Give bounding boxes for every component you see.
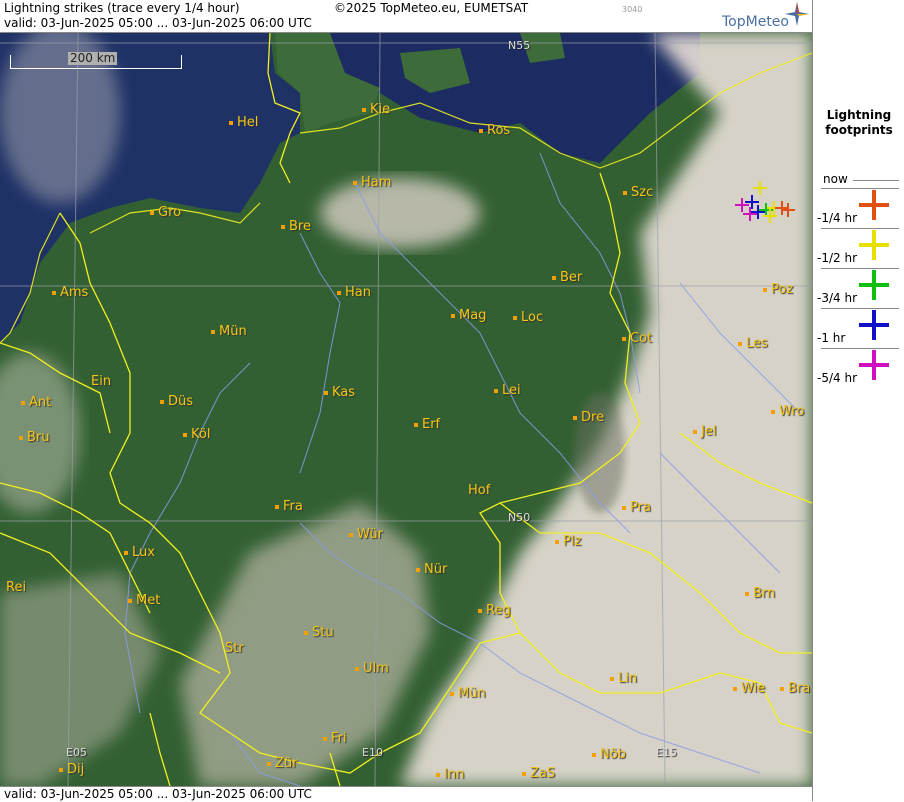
- city-label: Dre: [573, 411, 604, 424]
- city-label: Stu: [304, 626, 334, 639]
- grid-label: E05: [66, 746, 87, 759]
- city-label: Gro: [150, 206, 181, 219]
- map-title: Lightning strikes (trace every 1/4 hour): [4, 1, 240, 15]
- legend-panel: Lightning footprints now -1/4 hr -1/2 hr…: [812, 0, 904, 801]
- city-label: Fra: [275, 500, 303, 513]
- city-label: Erf: [414, 418, 440, 431]
- city-label: Mün: [450, 687, 486, 700]
- city-label: Ros: [479, 124, 510, 137]
- lightning-strike-cluster: [735, 181, 795, 223]
- city-label: Nöb: [592, 748, 626, 761]
- city-label: Pra: [622, 501, 651, 514]
- map-background: [0, 33, 812, 786]
- city-label: Lin: [610, 672, 637, 685]
- city-label: Wie: [733, 682, 765, 695]
- footer-bar: valid: 03-Jun-2025 05:00 ... 03-Jun-2025…: [0, 786, 812, 802]
- city-label: Rei: [6, 580, 27, 595]
- city-label: Met: [128, 594, 160, 607]
- city-label: Dij: [59, 763, 84, 776]
- city-label: Wür: [349, 528, 383, 541]
- compass-star-icon: [785, 2, 809, 26]
- city-label: Ham: [353, 176, 391, 189]
- city-label: Bre: [281, 220, 311, 233]
- city-label: Loc: [513, 311, 543, 324]
- legend-row-75min: -5/4 hr: [813, 348, 904, 396]
- city-label: Ams: [52, 286, 88, 299]
- valid-time-bottom: valid: 03-Jun-2025 05:00 ... 03-Jun-2025…: [4, 787, 312, 801]
- city-label: Reg: [478, 604, 511, 617]
- city-label: Köl: [183, 428, 210, 441]
- city-label: Fri: [323, 732, 347, 745]
- city-label: Cot: [622, 332, 652, 345]
- cross-yellow-icon: [859, 230, 889, 260]
- city-label: Kie: [362, 103, 390, 116]
- city-label: Mün: [211, 325, 247, 338]
- city-label: Lei: [494, 384, 521, 397]
- city-label: Szc: [623, 186, 653, 199]
- satellite-map[interactable]: 200 km N55 N50 E05 E10 E15 Hel Kie Ros H…: [0, 33, 812, 786]
- valid-time-top: valid: 03-Jun-2025 05:00 ... 03-Jun-2025…: [4, 16, 312, 30]
- grid-label: N50: [508, 511, 531, 524]
- city-label: ZaS: [522, 767, 555, 780]
- grid-label: E10: [362, 746, 383, 759]
- city-label: Jel: [693, 425, 716, 438]
- city-label: Zür: [267, 757, 298, 770]
- cross-magenta-icon: [859, 350, 889, 380]
- city-label: Han: [337, 286, 371, 299]
- city-label: Düs: [160, 395, 193, 408]
- cross-orange-icon: [859, 190, 889, 220]
- scale-label: 200 km: [68, 51, 118, 65]
- city-label: Ein: [91, 374, 112, 389]
- copyright: ©2025 TopMeteo.eu, EUMETSAT: [334, 1, 529, 15]
- cross-blue-icon: [859, 310, 889, 340]
- grid-label: E15: [656, 746, 677, 759]
- city-label: Ulm: [355, 662, 389, 675]
- city-label: Hel: [229, 116, 258, 129]
- cross-green-icon: [859, 270, 889, 300]
- city-label: Ber: [552, 271, 582, 284]
- grid-label: N55: [508, 39, 531, 52]
- city-label: Hof: [468, 483, 491, 498]
- map-code: 3040: [622, 5, 643, 14]
- city-label: Bra: [780, 682, 810, 695]
- city-label: Mag: [451, 309, 486, 322]
- city-label: Bru: [19, 431, 50, 444]
- city-label: Ant: [21, 396, 51, 409]
- topmeteo-logo[interactable]: TopMeteo: [722, 14, 789, 30]
- city-label: Nür: [416, 563, 447, 576]
- city-label: Kas: [324, 386, 355, 399]
- legend-title: Lightning footprints: [825, 108, 893, 137]
- city-label: Str: [225, 641, 244, 656]
- city-label: Brn: [745, 587, 775, 600]
- city-label: Poz: [763, 283, 793, 296]
- city-label: Inn: [436, 768, 464, 781]
- city-label: Plz: [555, 535, 581, 548]
- city-label: Lux: [124, 546, 155, 559]
- header-bar: Lightning strikes (trace every 1/4 hour)…: [0, 0, 812, 33]
- city-label: Wro: [771, 405, 804, 418]
- city-label: Les: [738, 337, 768, 350]
